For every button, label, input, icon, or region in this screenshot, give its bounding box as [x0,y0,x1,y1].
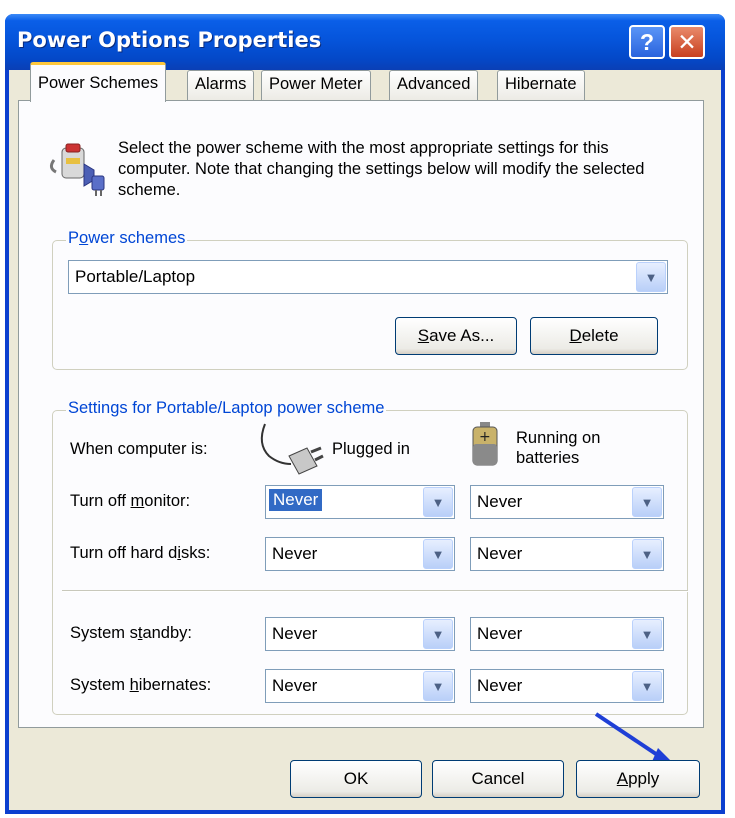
window-title: Power Options Properties [17,28,322,52]
tab-power-meter[interactable]: Power Meter [261,70,371,100]
battery-icon: + [472,422,498,466]
hard-disks-plugged-select[interactable]: Never ▼ [265,537,455,571]
standby-plugged-select[interactable]: Never ▼ [265,617,455,651]
help-button[interactable]: ? [629,25,665,59]
svg-text:+: + [479,429,491,445]
tab-advanced[interactable]: Advanced [389,70,479,100]
hibernates-battery-select[interactable]: Never ▼ [470,669,664,703]
power-scheme-value: Portable/Laptop [75,267,196,286]
intro-text: Select the power scheme with the most ap… [118,139,645,199]
tab-power-schemes[interactable]: Power Schemes [30,62,167,102]
power-scheme-icon [49,143,105,196]
chevron-down-icon[interactable]: ▼ [423,539,453,569]
when-computer-is-label: When computer is: [70,440,208,458]
chevron-down-icon[interactable]: ▼ [636,262,666,292]
close-button[interactable]: ✕ [669,25,705,59]
power-plug-icon [260,423,324,475]
chevron-down-icon[interactable]: ▼ [423,671,453,701]
power-schemes-label: Power schemes [66,229,188,248]
delete-button[interactable]: Delete [530,317,658,355]
system-hibernates-label: System hibernates: [70,676,212,694]
chevron-down-icon[interactable]: ▼ [632,671,662,701]
tab-alarms[interactable]: Alarms [187,70,255,100]
turn-off-hard-disks-label: Turn off hard disks: [70,544,211,562]
chevron-down-icon[interactable]: ▼ [632,539,662,569]
apply-button[interactable]: Apply [576,760,700,798]
save-as-button[interactable]: Save As... [395,317,517,355]
turn-off-monitor-label: Turn off monitor: [70,492,191,510]
running-on-batteries-label: Running on batteries [516,429,601,467]
standby-battery-select[interactable]: Never ▼ [470,617,664,651]
chevron-down-icon[interactable]: ▼ [423,487,453,517]
hard-disks-battery-select[interactable]: Never ▼ [470,537,664,571]
settings-group-label: Settings for Portable/Laptop power schem… [66,399,387,418]
settings-divider [62,590,688,592]
chevron-down-icon[interactable]: ▼ [632,487,662,517]
chevron-down-icon[interactable]: ▼ [632,619,662,649]
ok-button[interactable]: OK [290,760,422,798]
system-standby-label: System standby: [70,624,192,642]
monitor-battery-select[interactable]: Never ▼ [470,485,664,519]
plugged-in-label: Plugged in [332,440,410,458]
power-scheme-select[interactable]: Portable/Laptop ▼ [68,260,668,294]
hibernates-plugged-select[interactable]: Never ▼ [265,669,455,703]
cancel-button[interactable]: Cancel [432,760,564,798]
chevron-down-icon[interactable]: ▼ [423,619,453,649]
tab-hibernate[interactable]: Hibernate [497,70,585,100]
monitor-plugged-select[interactable]: Never ▼ [265,485,455,519]
